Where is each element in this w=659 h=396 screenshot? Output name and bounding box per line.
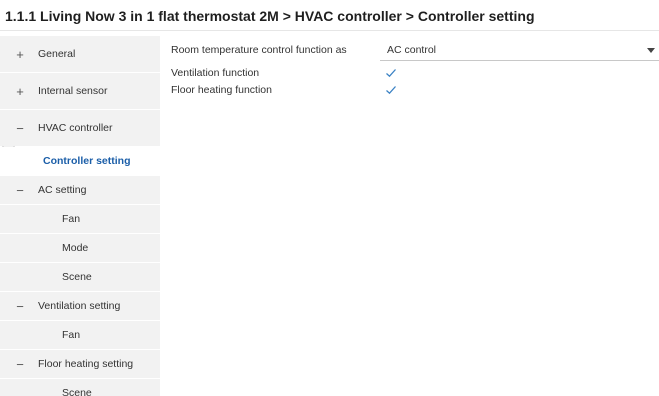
sidebar-item-label: Ventilation setting xyxy=(38,300,121,312)
minus-icon: − xyxy=(16,182,24,198)
sidebar-item-label: General xyxy=(38,48,76,60)
ventilation-label: Ventilation function xyxy=(171,66,260,79)
ventilation-checkbox[interactable] xyxy=(385,67,397,79)
checkmark-icon xyxy=(386,68,396,77)
room-temperature-value: AC control xyxy=(387,43,437,56)
sidebar-item-floor-heating-setting[interactable]: − Floor heating setting xyxy=(0,350,160,379)
sidebar: + General + Internal sensor − HVAC contr… xyxy=(0,36,160,396)
sidebar-item-label: Scene xyxy=(62,387,92,396)
room-temperature-row: Room temperature control function as AC … xyxy=(171,38,659,62)
minus-icon: − xyxy=(16,298,24,314)
minus-icon: − xyxy=(16,356,24,372)
sidebar-item-ventilation-setting[interactable]: − Ventilation setting xyxy=(0,292,160,321)
floor-heating-checkbox[interactable] xyxy=(385,84,397,96)
sidebar-item-label: Fan xyxy=(62,329,81,341)
minus-icon: − xyxy=(16,120,24,136)
page-title: 1.1.1 Living Now 3 in 1 flat thermostat … xyxy=(0,0,659,31)
plus-icon: + xyxy=(16,46,24,62)
sidebar-item-label: Fan xyxy=(62,213,81,225)
sidebar-item-label: AC setting xyxy=(38,184,87,196)
floor-heating-label: Floor heating function xyxy=(171,83,272,96)
sidebar-item-label: HVAC controller xyxy=(38,122,113,134)
ventilation-row: Ventilation function xyxy=(171,64,659,81)
sidebar-item-label: Scene xyxy=(62,271,92,283)
room-temperature-select[interactable]: AC control xyxy=(380,39,659,61)
sidebar-item-floor-heating-scene[interactable]: Scene xyxy=(0,379,160,396)
sidebar-item-hvac-controller[interactable]: − HVAC controller xyxy=(0,110,160,147)
plus-icon: + xyxy=(16,83,24,99)
settings-panel: Room temperature control function as AC … xyxy=(171,38,659,98)
sidebar-item-ventilation-fan[interactable]: Fan xyxy=(0,321,160,350)
sidebar-item-ac-mode[interactable]: Mode xyxy=(0,234,160,263)
sidebar-item-label: Mode xyxy=(62,242,89,254)
sidebar-item-ac-fan[interactable]: Fan xyxy=(0,205,160,234)
floor-heating-row: Floor heating function xyxy=(171,81,659,98)
sidebar-item-internal-sensor[interactable]: + Internal sensor xyxy=(0,73,160,110)
sidebar-item-label: Floor heating setting xyxy=(38,358,134,370)
sidebar-item-label: Controller setting xyxy=(43,155,131,167)
room-temperature-label: Room temperature control function as xyxy=(171,44,347,56)
checkmark-icon xyxy=(386,85,396,94)
sidebar-item-controller-setting[interactable]: Controller setting xyxy=(0,147,160,176)
chevron-down-icon xyxy=(647,48,655,53)
sidebar-item-ac-scene[interactable]: Scene xyxy=(0,263,160,292)
sidebar-item-label: Internal sensor xyxy=(38,85,108,97)
sidebar-item-ac-setting[interactable]: − AC setting xyxy=(0,176,160,205)
sidebar-item-general[interactable]: + General xyxy=(0,36,160,73)
